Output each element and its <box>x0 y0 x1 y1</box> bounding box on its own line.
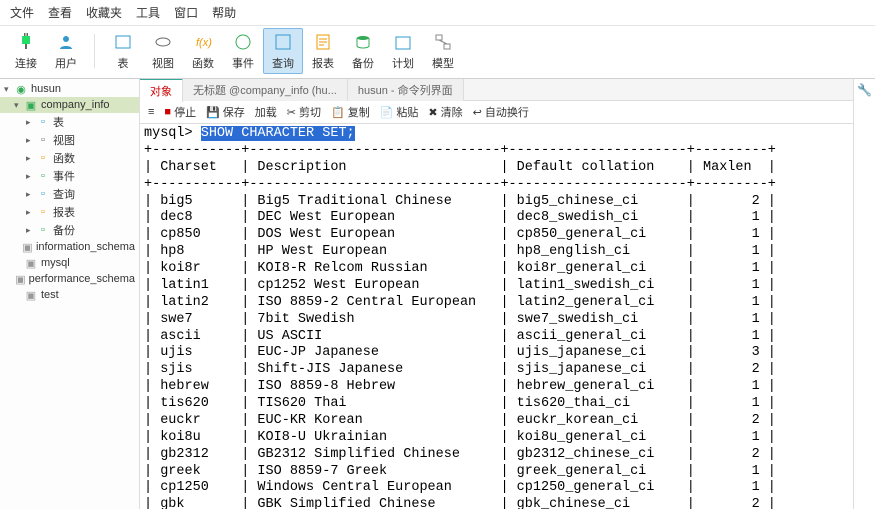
toolbar-label: 用户 <box>55 55 77 71</box>
toolbar-label: 事件 <box>232 55 254 71</box>
toolbar-plug-button[interactable]: 连接 <box>6 28 46 74</box>
tree-database[interactable]: ▣performance_schema <box>0 271 139 287</box>
right-strip: 🔧 <box>853 79 875 509</box>
menu-item[interactable]: 工具 <box>136 4 160 21</box>
model-icon <box>432 31 454 53</box>
tree-database[interactable]: ▣test <box>0 287 139 303</box>
fx-icon: f(x) <box>192 31 214 53</box>
tab[interactable]: 对象 <box>140 79 183 102</box>
toolbar-label: 表 <box>118 55 129 71</box>
toolbar-label: 视图 <box>152 55 174 71</box>
toolbar-label: 计划 <box>392 55 414 71</box>
wrench-icon[interactable]: 🔧 <box>857 83 872 97</box>
eye-icon <box>152 31 174 53</box>
main-toolbar: 连接 用户 表 视图 f(x) 函数 事件 查询 报表 备份 计划 模型 <box>0 26 875 79</box>
paste-button[interactable]: 📄 粘贴 <box>380 104 419 120</box>
tab[interactable]: 无标题 @company_info (hu... <box>183 79 348 101</box>
toolbar-model-button[interactable]: 模型 <box>423 28 463 74</box>
toolbar-backup-button[interactable]: 备份 <box>343 28 383 74</box>
tree-connection[interactable]: ▾◉husun <box>0 81 139 97</box>
table-icon <box>112 31 134 53</box>
menu-icon[interactable]: ≡ <box>148 106 154 118</box>
report-icon <box>312 31 334 53</box>
tree-item[interactable]: ▸▫表 <box>0 113 139 131</box>
copy-button[interactable]: 📋 复制 <box>331 104 370 120</box>
menu-item[interactable]: 收藏夹 <box>86 4 122 21</box>
tree-item[interactable]: ▸▫报表 <box>0 203 139 221</box>
clock-icon <box>232 31 254 53</box>
tab[interactable]: husun - 命令列界面 <box>348 79 464 101</box>
menu-item[interactable]: 帮助 <box>212 4 236 21</box>
sql-console[interactable]: mysql> SHOW CHARACTER SET; +-----------+… <box>140 124 853 509</box>
tree-database[interactable]: ▣mysql <box>0 255 139 271</box>
tree-database[interactable]: ▾▣company_info <box>0 97 139 113</box>
menu-item[interactable]: 窗口 <box>174 4 198 21</box>
toolbar-label: 模型 <box>432 55 454 71</box>
toolbar-label: 查询 <box>272 55 294 71</box>
tree-item[interactable]: ▸▫函数 <box>0 149 139 167</box>
toolbar-fx-button[interactable]: f(x) 函数 <box>183 28 223 74</box>
toolbar-label: 连接 <box>15 55 37 71</box>
save-button[interactable]: 💾 保存 <box>206 104 245 120</box>
autorun-button[interactable]: ↩ 自动换行 <box>473 104 529 120</box>
toolbar-report-button[interactable]: 报表 <box>303 28 343 74</box>
menu-item[interactable]: 文件 <box>10 4 34 21</box>
menu-item[interactable]: 查看 <box>48 4 72 21</box>
clear-button[interactable]: ✖ 清除 <box>428 104 462 120</box>
toolbar-label: 备份 <box>352 55 374 71</box>
toolbar-sched-button[interactable]: 计划 <box>383 28 423 74</box>
toolbar-table-button[interactable]: 表 <box>103 28 143 74</box>
tree-item[interactable]: ▸▫备份 <box>0 221 139 239</box>
menubar: 文件查看收藏夹工具窗口帮助 <box>0 0 875 26</box>
toolbar-user-button[interactable]: 用户 <box>46 28 86 74</box>
tab-bar: 对象无标题 @company_info (hu...husun - 命令列界面 <box>140 79 853 101</box>
sched-icon <box>392 31 414 53</box>
toolbar-eye-button[interactable]: 视图 <box>143 28 183 74</box>
tree-database[interactable]: ▣information_schema <box>0 239 139 255</box>
tree-item[interactable]: ▸▫视图 <box>0 131 139 149</box>
toolbar-query-button[interactable]: 查询 <box>263 28 303 74</box>
toolbar-clock-button[interactable]: 事件 <box>223 28 263 74</box>
load-button[interactable]: 加载 <box>255 104 277 120</box>
user-icon <box>55 31 77 53</box>
toolbar-label: 报表 <box>312 55 334 71</box>
stop-button[interactable]: ■ 停止 <box>164 104 196 120</box>
cut-button[interactable]: ✂ 剪切 <box>287 104 321 120</box>
plug-icon <box>15 31 37 53</box>
svg-text:f(x): f(x) <box>196 37 212 49</box>
sub-toolbar: ≡ ■ 停止 💾 保存 加载 ✂ 剪切 📋 复制 📄 粘贴 ✖ 清除 ↩ 自动换… <box>140 101 853 124</box>
backup-icon <box>352 31 374 53</box>
toolbar-label: 函数 <box>192 55 214 71</box>
sidebar: ▾◉husun▾▣company_info▸▫表▸▫视图▸▫函数▸▫事件▸▫查询… <box>0 79 140 509</box>
tree-item[interactable]: ▸▫事件 <box>0 167 139 185</box>
query-icon <box>272 31 294 53</box>
tree-item[interactable]: ▸▫查询 <box>0 185 139 203</box>
